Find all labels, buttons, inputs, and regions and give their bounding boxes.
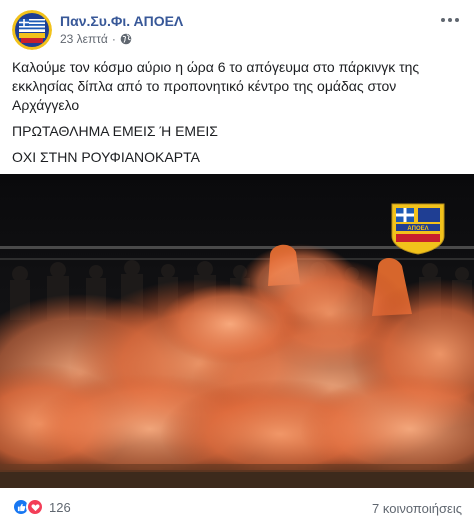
post-timestamp[interactable]: 23 λεπτά xyxy=(60,32,108,46)
photo-crest-text: ΑΠΟΕΛ xyxy=(407,226,428,232)
photo-crest-icon: ΑΠΟΕΛ xyxy=(391,203,445,255)
more-dot xyxy=(455,18,459,22)
post-text: Καλούμε τον κόσμο αύριο η ώρα 6 το απόγε… xyxy=(12,58,462,174)
post-options-button[interactable] xyxy=(438,10,462,30)
page-avatar[interactable] xyxy=(12,10,52,50)
post-header: Παν.Συ.Φι. ΑΠΟΕΛ 23 λεπτά · xyxy=(12,10,462,50)
post-paragraph: ΟΧΙ ΣΤΗΝ ΡΟΥΦΙΑΝΟΚΑΡΤΑ xyxy=(12,149,200,165)
post-meta: 23 λεπτά · xyxy=(60,32,132,46)
love-icon xyxy=(26,498,44,516)
post-footer: 126 7 κοινοποιήσεις xyxy=(12,498,462,522)
page-name-link[interactable]: Παν.Συ.Φι. ΑΠΟΕΛ xyxy=(60,13,183,29)
reaction-count: 126 xyxy=(49,499,71,515)
post-paragraph: Καλούμε τον κόσμο αύριο η ώρα 6 το απόγε… xyxy=(12,59,420,113)
reactions-summary[interactable]: 126 xyxy=(12,498,71,516)
flare-smoke-image: ΑΠΟΕΛ xyxy=(0,174,474,488)
globe-icon[interactable] xyxy=(120,33,132,45)
shares-count-link[interactable]: 7 κοινοποιήσεις xyxy=(372,501,462,516)
post-photo[interactable]: ΑΠΟΕΛ xyxy=(0,174,474,488)
apoel-crest-icon xyxy=(12,10,52,50)
meta-separator: · xyxy=(111,32,116,46)
more-dot xyxy=(448,18,452,22)
facebook-post: Παν.Συ.Φι. ΑΠΟΕΛ 23 λεπτά · Καλούμε τον … xyxy=(0,0,474,531)
more-dot xyxy=(441,18,445,22)
post-paragraph: ΠΡΩΤΑΘΛΗΜΑ ΕΜΕΙΣ Ή ΕΜΕΙΣ xyxy=(12,123,218,139)
